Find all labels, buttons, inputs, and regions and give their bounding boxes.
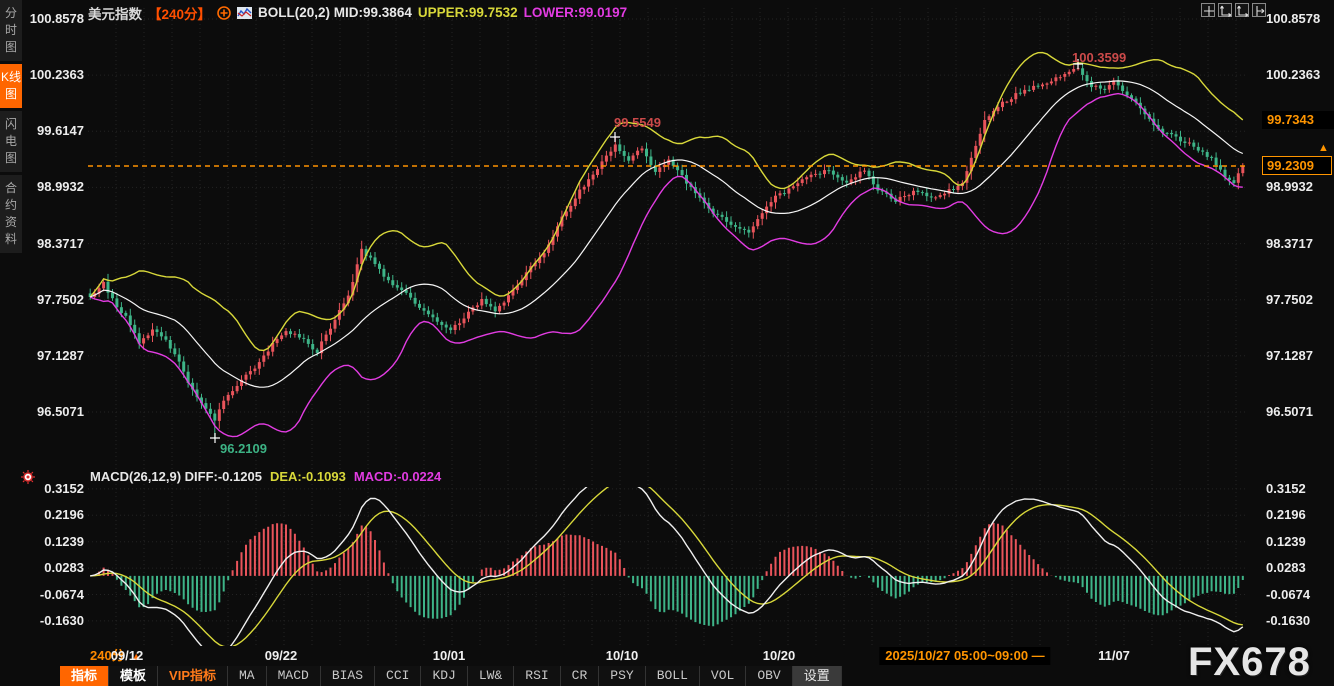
indicator-toolbar: 指标模板VIP指标MAMACDBIASCCIKDJLW&RSICRPSYBOLL… bbox=[60, 666, 842, 686]
x-axis-date-label: 11/07 bbox=[1098, 647, 1130, 665]
toolbar-button-vol[interactable]: VOL bbox=[700, 666, 746, 686]
macd-y-axis-label-r: 0.2196 bbox=[1266, 507, 1332, 523]
macd-y-axis-label-r: -0.0674 bbox=[1266, 587, 1332, 603]
main-y-axis-label-right: 98.9932 bbox=[1266, 179, 1332, 195]
macd-y-axis-label-r: 0.3152 bbox=[1266, 481, 1332, 497]
main-y-axis-label-right: 100.8578 bbox=[1266, 11, 1332, 27]
toolbar-button-rsi[interactable]: RSI bbox=[514, 666, 560, 686]
toolbar-button-模板[interactable]: 模板 bbox=[109, 666, 158, 686]
candlestick-chart[interactable] bbox=[0, 0, 1334, 686]
crosshair-tool-button[interactable] bbox=[1201, 3, 1215, 17]
macd-y-axis-label-l: 0.1239 bbox=[0, 534, 84, 550]
upper-band-price-box: 99.7343 bbox=[1262, 111, 1334, 129]
macd-y-axis-label-r: -0.1630 bbox=[1266, 613, 1332, 629]
chart-app: 分时图 K线图闪电图合约资料 美元指数 【240分】 BOLL(20,2) MID… bbox=[0, 0, 1334, 686]
price-annotation: 96.2109 bbox=[220, 441, 267, 456]
sidebar-tab-0[interactable]: 分时图 bbox=[0, 0, 22, 61]
window-controls bbox=[1201, 3, 1266, 17]
add-indicator-icon[interactable] bbox=[217, 6, 231, 20]
x-axis-date-label: 09/22 bbox=[265, 647, 298, 665]
macd-y-axis-label-r: 0.0283 bbox=[1266, 560, 1332, 576]
sidebar-tab-1[interactable]: K线图 bbox=[0, 64, 22, 108]
main-y-axis-label-left: 96.5071 bbox=[0, 404, 84, 420]
toolbar-button-lw[interactable]: LW& bbox=[468, 666, 514, 686]
price-up-arrow-icon: ▲ bbox=[1318, 143, 1329, 154]
sidebar: 分时图 K线图闪电图合约资料 bbox=[0, 0, 22, 256]
main-y-axis-label-right: 98.3717 bbox=[1266, 236, 1332, 252]
toolbar-button-cci[interactable]: CCI bbox=[375, 666, 421, 686]
sidebar-tab-2[interactable]: 闪电图 bbox=[0, 111, 22, 172]
main-y-axis-label-left: 97.1287 bbox=[0, 348, 84, 364]
toolbar-button-obv[interactable]: OBV bbox=[746, 666, 792, 686]
macd-y-axis-label-l: 0.2196 bbox=[0, 507, 84, 523]
toolbar-button-设置[interactable]: 设置 bbox=[793, 666, 842, 686]
macd-y-axis-label-l: 0.0283 bbox=[0, 560, 84, 576]
snap-right-button[interactable] bbox=[1252, 3, 1266, 17]
toolbar-button-cr[interactable]: CR bbox=[561, 666, 600, 686]
x-axis-row: 240分▲ 09/1209/2210/0110/1010/202025/10/2… bbox=[0, 647, 1334, 665]
main-y-axis-label-right: 100.2363 bbox=[1266, 67, 1332, 83]
x-axis-scale-button[interactable] bbox=[1235, 3, 1249, 17]
x-axis-date-label: 10/01 bbox=[433, 647, 466, 665]
macd-value-readout: MACD:-0.0224 bbox=[354, 469, 441, 485]
macd-y-axis-label-r: 0.1239 bbox=[1266, 534, 1332, 550]
toolbar-button-boll[interactable]: BOLL bbox=[646, 666, 700, 686]
price-annotation: 99.5549 bbox=[614, 115, 661, 130]
toolbar-button-vip指标[interactable]: VIP指标 bbox=[158, 666, 228, 686]
macd-y-axis-label-l: -0.0674 bbox=[0, 587, 84, 603]
macd-dea-readout: DEA:-0.1093 bbox=[270, 469, 346, 485]
x-axis-date-label: 10/10 bbox=[606, 647, 639, 665]
main-y-axis-label-right: 97.1287 bbox=[1266, 348, 1332, 364]
period-label: 【240分】 bbox=[148, 3, 211, 23]
current-price-box: 99.2309 bbox=[1262, 156, 1332, 175]
macd-y-axis-label-l: -0.1630 bbox=[0, 613, 84, 629]
macd-y-axis-label-l: 0.3152 bbox=[0, 481, 84, 497]
sidebar-tab-3[interactable]: 合约资料 bbox=[0, 175, 22, 253]
x-axis-date-label: 10/20 bbox=[763, 647, 796, 665]
toolbar-button-指标[interactable]: 指标 bbox=[60, 666, 109, 686]
y-axis-scale-button[interactable] bbox=[1218, 3, 1232, 17]
main-y-axis-label-right: 97.7502 bbox=[1266, 292, 1332, 308]
toolbar-button-bias[interactable]: BIAS bbox=[321, 666, 375, 686]
toolbar-button-psy[interactable]: PSY bbox=[599, 666, 645, 686]
chart-header: 美元指数 【240分】 BOLL(20,2) MID:99.3864 UPPER… bbox=[88, 4, 627, 21]
symbol-title: 美元指数 bbox=[88, 3, 142, 23]
price-annotation: 100.3599 bbox=[1072, 50, 1126, 65]
toolbar-button-ma[interactable]: MA bbox=[228, 666, 267, 686]
x-axis-date-label: 09/12 bbox=[111, 647, 144, 665]
macd-header: MACD(26,12,9) DIFF:-0.1205 DEA:-0.1093 M… bbox=[90, 469, 441, 485]
boll-mid-readout: BOLL(20,2) MID:99.3864 bbox=[258, 5, 412, 20]
main-y-axis-label-left: 97.7502 bbox=[0, 292, 84, 308]
main-y-axis-label-right: 96.5071 bbox=[1266, 404, 1332, 420]
macd-diff-readout: MACD(26,12,9) DIFF:-0.1205 bbox=[90, 469, 262, 485]
mini-chart-icon[interactable] bbox=[237, 7, 252, 19]
boll-upper-readout: UPPER:99.7532 bbox=[418, 5, 518, 20]
indicator-marker-icon[interactable] bbox=[20, 469, 36, 490]
watermark: FX678 bbox=[1188, 640, 1311, 685]
x-axis-current-bar-label: 2025/10/27 05:00~09:00 — bbox=[879, 647, 1050, 665]
boll-lower-readout: LOWER:99.0197 bbox=[524, 5, 628, 20]
toolbar-button-kdj[interactable]: KDJ bbox=[421, 666, 467, 686]
toolbar-button-macd[interactable]: MACD bbox=[267, 666, 321, 686]
